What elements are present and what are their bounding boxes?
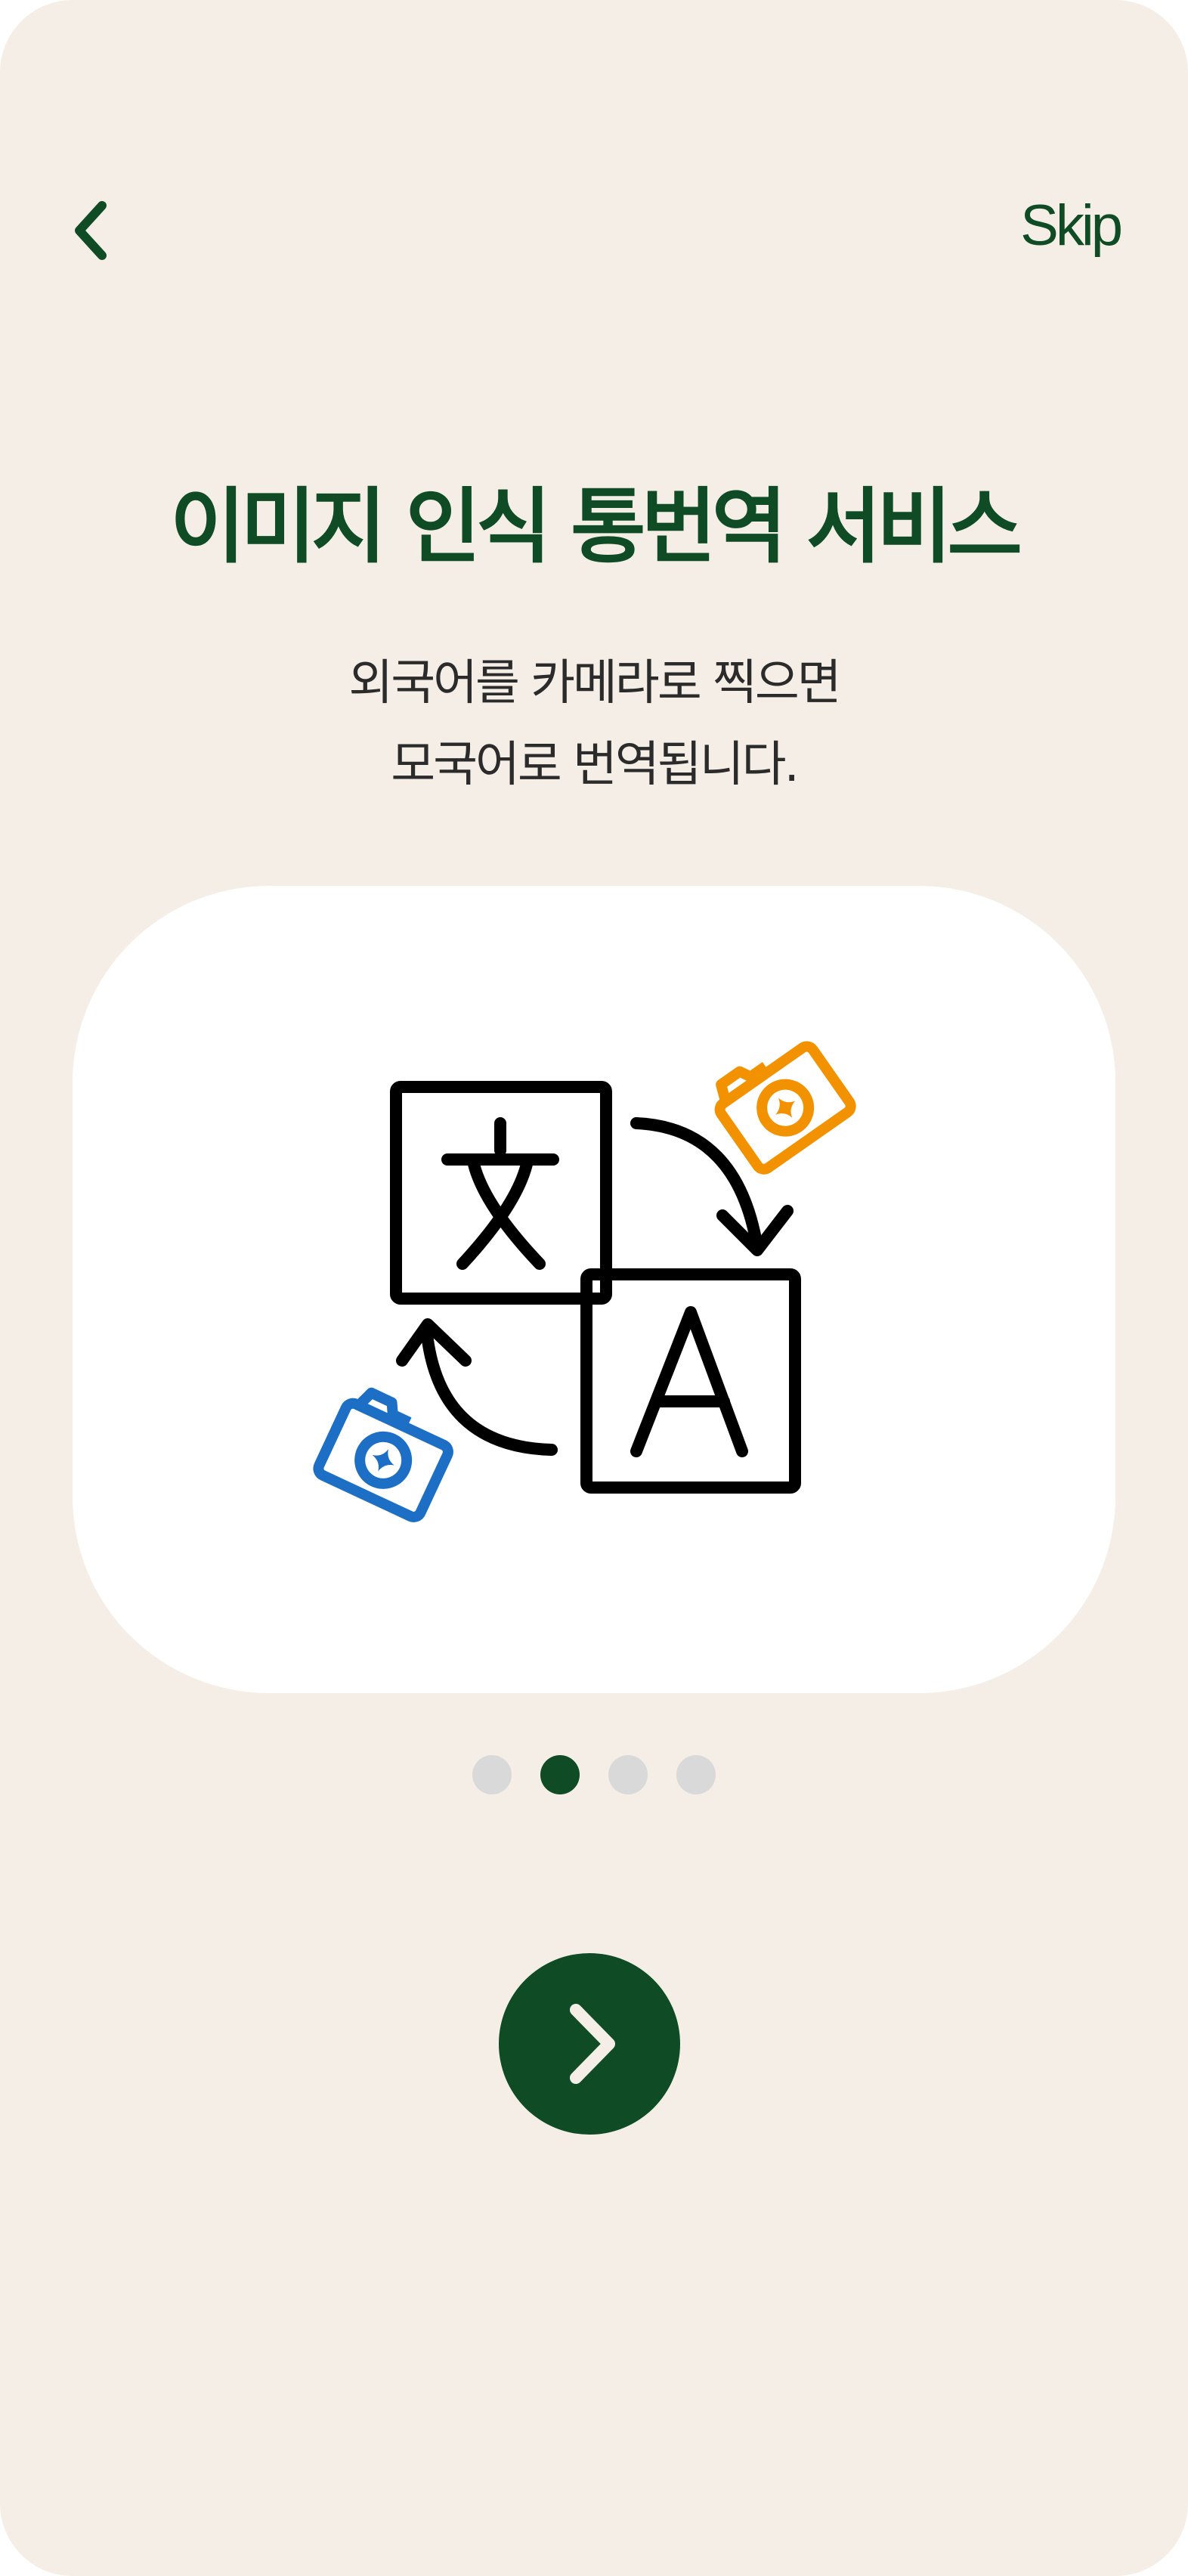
chevron-right-icon	[570, 2004, 615, 2084]
translate-camera-icon	[313, 1041, 856, 1522]
chevron-left-icon	[75, 201, 107, 260]
page-title: 이미지 인식 통번역 서비스	[170, 480, 1022, 574]
onboarding-screen: Skip 이미지 인식 통번역 서비스 외국어를 카메라로 찍으면 모국어로 번…	[0, 0, 1188, 2576]
page-dot-1[interactable]	[472, 1755, 512, 1794]
next-button[interactable]	[499, 1953, 680, 2135]
page-dot-4[interactable]	[676, 1755, 716, 1794]
description-line-1: 외국어를 카메라로 찍으면	[348, 655, 841, 711]
page-dot-2-active[interactable]	[540, 1755, 580, 1794]
back-button[interactable]	[54, 189, 130, 272]
camera-blue-icon	[313, 1387, 453, 1522]
latin-letter-tile	[580, 1268, 801, 1494]
page-dot-3[interactable]	[608, 1755, 648, 1794]
chinese-character-tile	[390, 1081, 612, 1305]
description-line-2: 모국어로 번역됩니다.	[391, 737, 800, 793]
page-description: 외국어를 카메라로 찍으면 모국어로 번역됩니다.	[0, 642, 1188, 806]
skip-button[interactable]: Skip	[1020, 193, 1123, 259]
page-indicator	[0, 1755, 1188, 1794]
camera-orange-icon	[714, 1041, 856, 1175]
illustration-card	[73, 886, 1115, 1693]
arrow-forward-icon	[630, 1117, 794, 1256]
